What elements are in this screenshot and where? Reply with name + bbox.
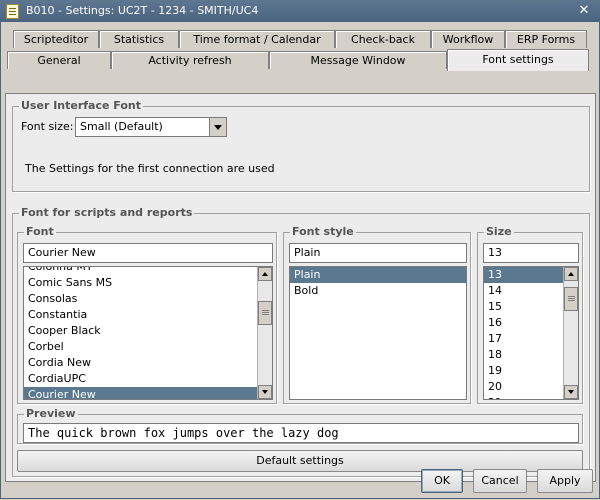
scroll-up-icon[interactable] — [258, 267, 272, 281]
app-icon — [6, 4, 19, 19]
scroll-thumb[interactable] — [258, 301, 272, 325]
ui-font-group: User Interface Font Font size: Small (De… — [12, 99, 590, 192]
apply-button[interactable]: Apply — [537, 469, 593, 493]
tab-general[interactable]: General — [7, 51, 111, 69]
font-family-group: Font Courier New Colonna MT Comic Sans M… — [17, 225, 277, 404]
font-size-title: Size — [484, 225, 514, 239]
font-size-dropdown[interactable]: Small (Default) — [75, 117, 227, 137]
tab-scripteditor[interactable]: Scripteditor — [13, 30, 99, 48]
font-size-group: Size 13 13 14 15 16 17 18 19 20 21 — [477, 225, 583, 404]
font-size-input[interactable]: 13 — [483, 243, 579, 263]
scroll-thumb[interactable] — [564, 287, 578, 311]
preview-text: The quick brown fox jumps over the lazy … — [23, 423, 579, 443]
font-list-scrollbar[interactable] — [257, 267, 272, 399]
list-item[interactable]: Cooper Black — [24, 323, 272, 339]
font-family-title: Font — [24, 225, 56, 239]
ui-font-group-title: User Interface Font — [19, 99, 143, 113]
scroll-down-icon[interactable] — [258, 385, 272, 399]
list-item-selected[interactable]: Plain — [290, 267, 466, 283]
list-item-selected[interactable]: Courier New — [24, 387, 272, 399]
connection-note: The Settings for the first connection ar… — [25, 162, 275, 175]
title-bar: B010 - Settings: UC2T - 1234 - SMITH/UC4… — [0, 0, 600, 22]
list-item[interactable]: CordiaUPC — [24, 371, 272, 387]
ok-button[interactable]: OK — [421, 469, 463, 493]
font-style-group: Font style Plain Plain Bold — [283, 225, 471, 404]
font-size-label: Font size: — [21, 120, 74, 133]
tab-check-back[interactable]: Check-back — [335, 30, 431, 48]
font-style-title: Font style — [290, 225, 356, 239]
tab-activity-refresh[interactable]: Activity refresh — [111, 51, 269, 69]
cancel-button[interactable]: Cancel — [473, 469, 527, 493]
font-size-value: Small (Default) — [80, 120, 163, 133]
preview-group: Preview The quick brown fox jumps over t… — [17, 407, 583, 444]
list-item[interactable]: Constantia — [24, 307, 272, 323]
chevron-down-icon[interactable] — [209, 118, 226, 136]
size-list-scrollbar[interactable] — [563, 267, 578, 399]
list-item[interactable]: Cordia New — [24, 355, 272, 371]
preview-title: Preview — [24, 407, 78, 421]
font-family-list[interactable]: Colonna MT Comic Sans MS Consolas Consta… — [23, 266, 273, 400]
font-family-input[interactable]: Courier New — [23, 243, 273, 263]
close-icon[interactable]: ✕ — [576, 3, 592, 19]
tab-statistics[interactable]: Statistics — [99, 30, 179, 48]
settings-window: Scripteditor Statistics Time format / Ca… — [0, 22, 600, 499]
scroll-up-icon[interactable] — [564, 267, 578, 281]
list-item[interactable]: Colonna MT — [24, 267, 272, 275]
tab-workflow[interactable]: Workflow — [431, 30, 505, 48]
tab-message-window[interactable]: Message Window — [269, 51, 447, 69]
tab-erp-forms[interactable]: ERP Forms — [505, 30, 587, 48]
window-title: B010 - Settings: UC2T - 1234 - SMITH/UC4 — [26, 4, 259, 17]
font-size-list[interactable]: 13 14 15 16 17 18 19 20 21 — [483, 266, 579, 400]
scroll-down-icon[interactable] — [564, 385, 578, 399]
list-item[interactable]: Comic Sans MS — [24, 275, 272, 291]
tab-time-format-calendar[interactable]: Time format / Calendar — [179, 30, 335, 48]
font-style-input[interactable]: Plain — [289, 243, 467, 263]
list-item[interactable]: Corbel — [24, 339, 272, 355]
tab-font-settings[interactable]: Font settings — [447, 49, 589, 71]
font-settings-panel: User Interface Font Font size: Small (De… — [5, 93, 596, 482]
list-item[interactable]: Bold — [290, 283, 466, 299]
list-item[interactable]: Consolas — [24, 291, 272, 307]
font-style-list[interactable]: Plain Bold — [289, 266, 467, 400]
script-font-group: Font for scripts and reports Font Courie… — [12, 206, 590, 477]
script-font-group-title: Font for scripts and reports — [19, 206, 195, 220]
